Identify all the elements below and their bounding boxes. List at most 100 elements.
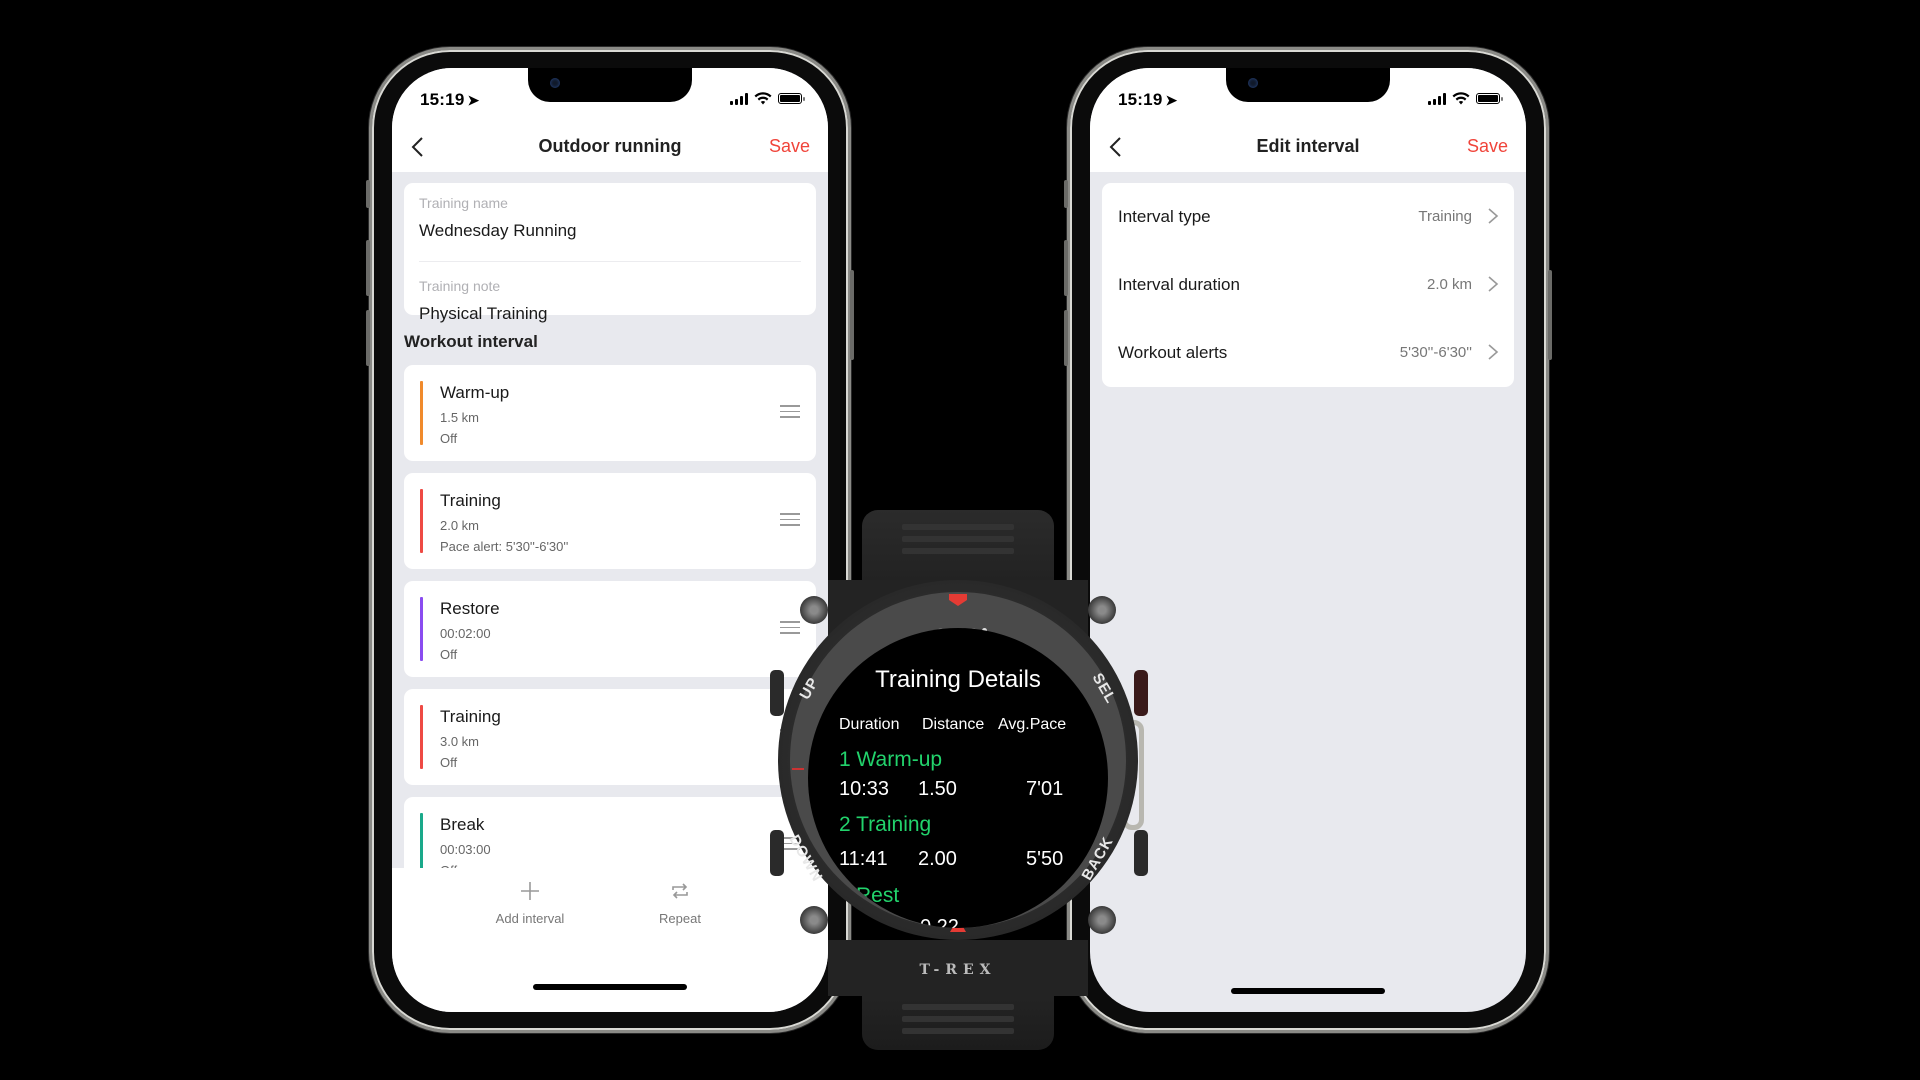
signal-icon	[1428, 92, 1446, 105]
interval-item[interactable]: Training 3.0 km Off	[404, 689, 816, 785]
watch-back-button[interactable]	[1134, 830, 1148, 876]
wifi-icon	[754, 92, 772, 105]
interval-target: 1.5 km	[440, 410, 480, 425]
page-title: Outdoor running	[538, 136, 682, 156]
volume-down-button	[1064, 310, 1068, 366]
row-value: 2.0 km	[1426, 276, 1472, 293]
chevron-right-icon	[1488, 276, 1499, 292]
watch-down-button[interactable]	[770, 830, 784, 876]
row-label: Interval duration	[1118, 275, 1240, 294]
training-note-label: Training note	[419, 278, 501, 294]
time-text: 15:19	[420, 90, 465, 109]
interval-name: Training	[440, 491, 501, 510]
wifi-icon	[1452, 92, 1470, 105]
interval-alert: Off	[440, 755, 458, 770]
training-name-field[interactable]: Training name Wednesday Running	[419, 195, 801, 241]
location-arrow-icon: ➤	[467, 92, 480, 108]
divider	[419, 261, 801, 262]
section-label: Rest	[856, 884, 900, 907]
notch	[528, 68, 692, 102]
battery-icon	[1476, 93, 1503, 104]
section-duration: 10:33	[839, 778, 890, 800]
home-indicator[interactable]	[533, 984, 687, 990]
repeat-button[interactable]: Repeat	[620, 880, 740, 926]
watch-brand: T-REX	[919, 962, 997, 978]
row-value: Training	[1418, 208, 1472, 225]
interval-type-row[interactable]: Interval type Training	[1102, 183, 1514, 251]
section-pace: 7'01	[1026, 778, 1064, 800]
header-distance: Distance	[922, 716, 985, 733]
interval-name: Warm-up	[440, 383, 510, 402]
interval-name: Training	[440, 707, 501, 726]
training-info-card: Training name Wednesday Running Training…	[404, 183, 816, 323]
save-button[interactable]: Save	[1467, 136, 1508, 157]
bezel-screw	[1088, 596, 1116, 624]
repeat-icon	[672, 883, 688, 899]
training-name-label: Training name	[419, 195, 508, 211]
power-button	[850, 270, 854, 360]
section-pace: 5'50	[1026, 848, 1064, 870]
section-label: 1 Warm-up	[839, 748, 943, 771]
interval-item[interactable]: Warm-up 1.5 km Off	[404, 365, 816, 461]
front-camera	[1248, 78, 1258, 88]
interval-settings-card: Interval type Training Interval duration…	[1102, 183, 1514, 387]
volume-up-button	[1064, 240, 1068, 296]
interval-target: 00:03:00	[440, 842, 491, 857]
header-avg-pace: Avg.Pace	[998, 716, 1067, 733]
plus-icon	[521, 882, 539, 900]
section-distance: 1.50	[918, 778, 957, 800]
workout-alerts-row[interactable]: Workout alerts 5'30''-6'30''	[1102, 319, 1514, 387]
drag-handle-icon[interactable]	[780, 405, 800, 419]
smartwatch: T-REX UP DOWN SEL BACK Training Details …	[758, 510, 1158, 1050]
section-duration: 11:41	[839, 848, 888, 870]
mute-switch	[366, 180, 370, 208]
interval-name: Break	[440, 815, 485, 834]
front-camera	[550, 78, 560, 88]
interval-duration-row[interactable]: Interval duration 2.0 km	[1102, 251, 1514, 319]
signal-icon	[730, 92, 748, 105]
header-duration: Duration	[839, 716, 900, 733]
nav-bar: Edit interval Save	[1090, 122, 1526, 172]
add-interval-button[interactable]: Add interval	[470, 880, 590, 926]
home-indicator[interactable]	[1231, 988, 1385, 994]
repeat-label: Repeat	[659, 911, 701, 926]
bezel-screw	[1088, 906, 1116, 934]
watch-select-button[interactable]	[1134, 670, 1148, 716]
section-distance: 2.00	[918, 848, 957, 870]
training-note-input[interactable]: Physical Training	[419, 304, 801, 324]
row-value: 5'30''-6'30''	[1399, 344, 1472, 361]
chevron-right-icon	[1488, 208, 1499, 224]
interval-alert: Off	[440, 647, 458, 662]
status-time: 15:19 ➤	[1118, 90, 1177, 110]
watch-up-button[interactable]	[770, 670, 784, 716]
watch-screen-title: Training Details	[875, 666, 1041, 693]
interval-color-bar	[420, 489, 423, 553]
training-note-field[interactable]: Training note Physical Training	[419, 278, 801, 324]
interval-alert: Off	[440, 431, 458, 446]
interval-item[interactable]: Training 2.0 km Pace alert: 5'30''-6'30'…	[404, 473, 816, 569]
nav-bar: Outdoor running Save	[392, 122, 828, 172]
section-label: 2 Training	[839, 813, 932, 836]
battery-icon	[778, 93, 805, 104]
interval-alert: Pace alert: 5'30''-6'30''	[440, 539, 569, 554]
interval-color-bar	[420, 381, 423, 445]
bezel-screw	[800, 596, 828, 624]
notch	[1226, 68, 1390, 102]
time-text: 15:19	[1118, 90, 1163, 109]
interval-name: Restore	[440, 599, 500, 618]
location-arrow-icon: ➤	[1165, 92, 1178, 108]
interval-color-bar	[420, 597, 423, 661]
page-title: Edit interval	[1256, 136, 1360, 156]
interval-target: 00:02:00	[440, 626, 491, 641]
interval-item[interactable]: Restore 00:02:00 Off	[404, 581, 816, 677]
row-label: Interval type	[1118, 207, 1211, 226]
volume-up-button	[366, 240, 370, 296]
status-time: 15:19 ➤	[420, 90, 479, 110]
bezel-marker-left	[792, 768, 804, 770]
row-label: Workout alerts	[1118, 343, 1228, 362]
training-name-input[interactable]: Wednesday Running	[419, 221, 801, 241]
save-button[interactable]: Save	[769, 136, 810, 157]
mute-switch	[1064, 180, 1068, 208]
section-distance: 0.22	[920, 916, 959, 928]
power-button	[1548, 270, 1552, 360]
